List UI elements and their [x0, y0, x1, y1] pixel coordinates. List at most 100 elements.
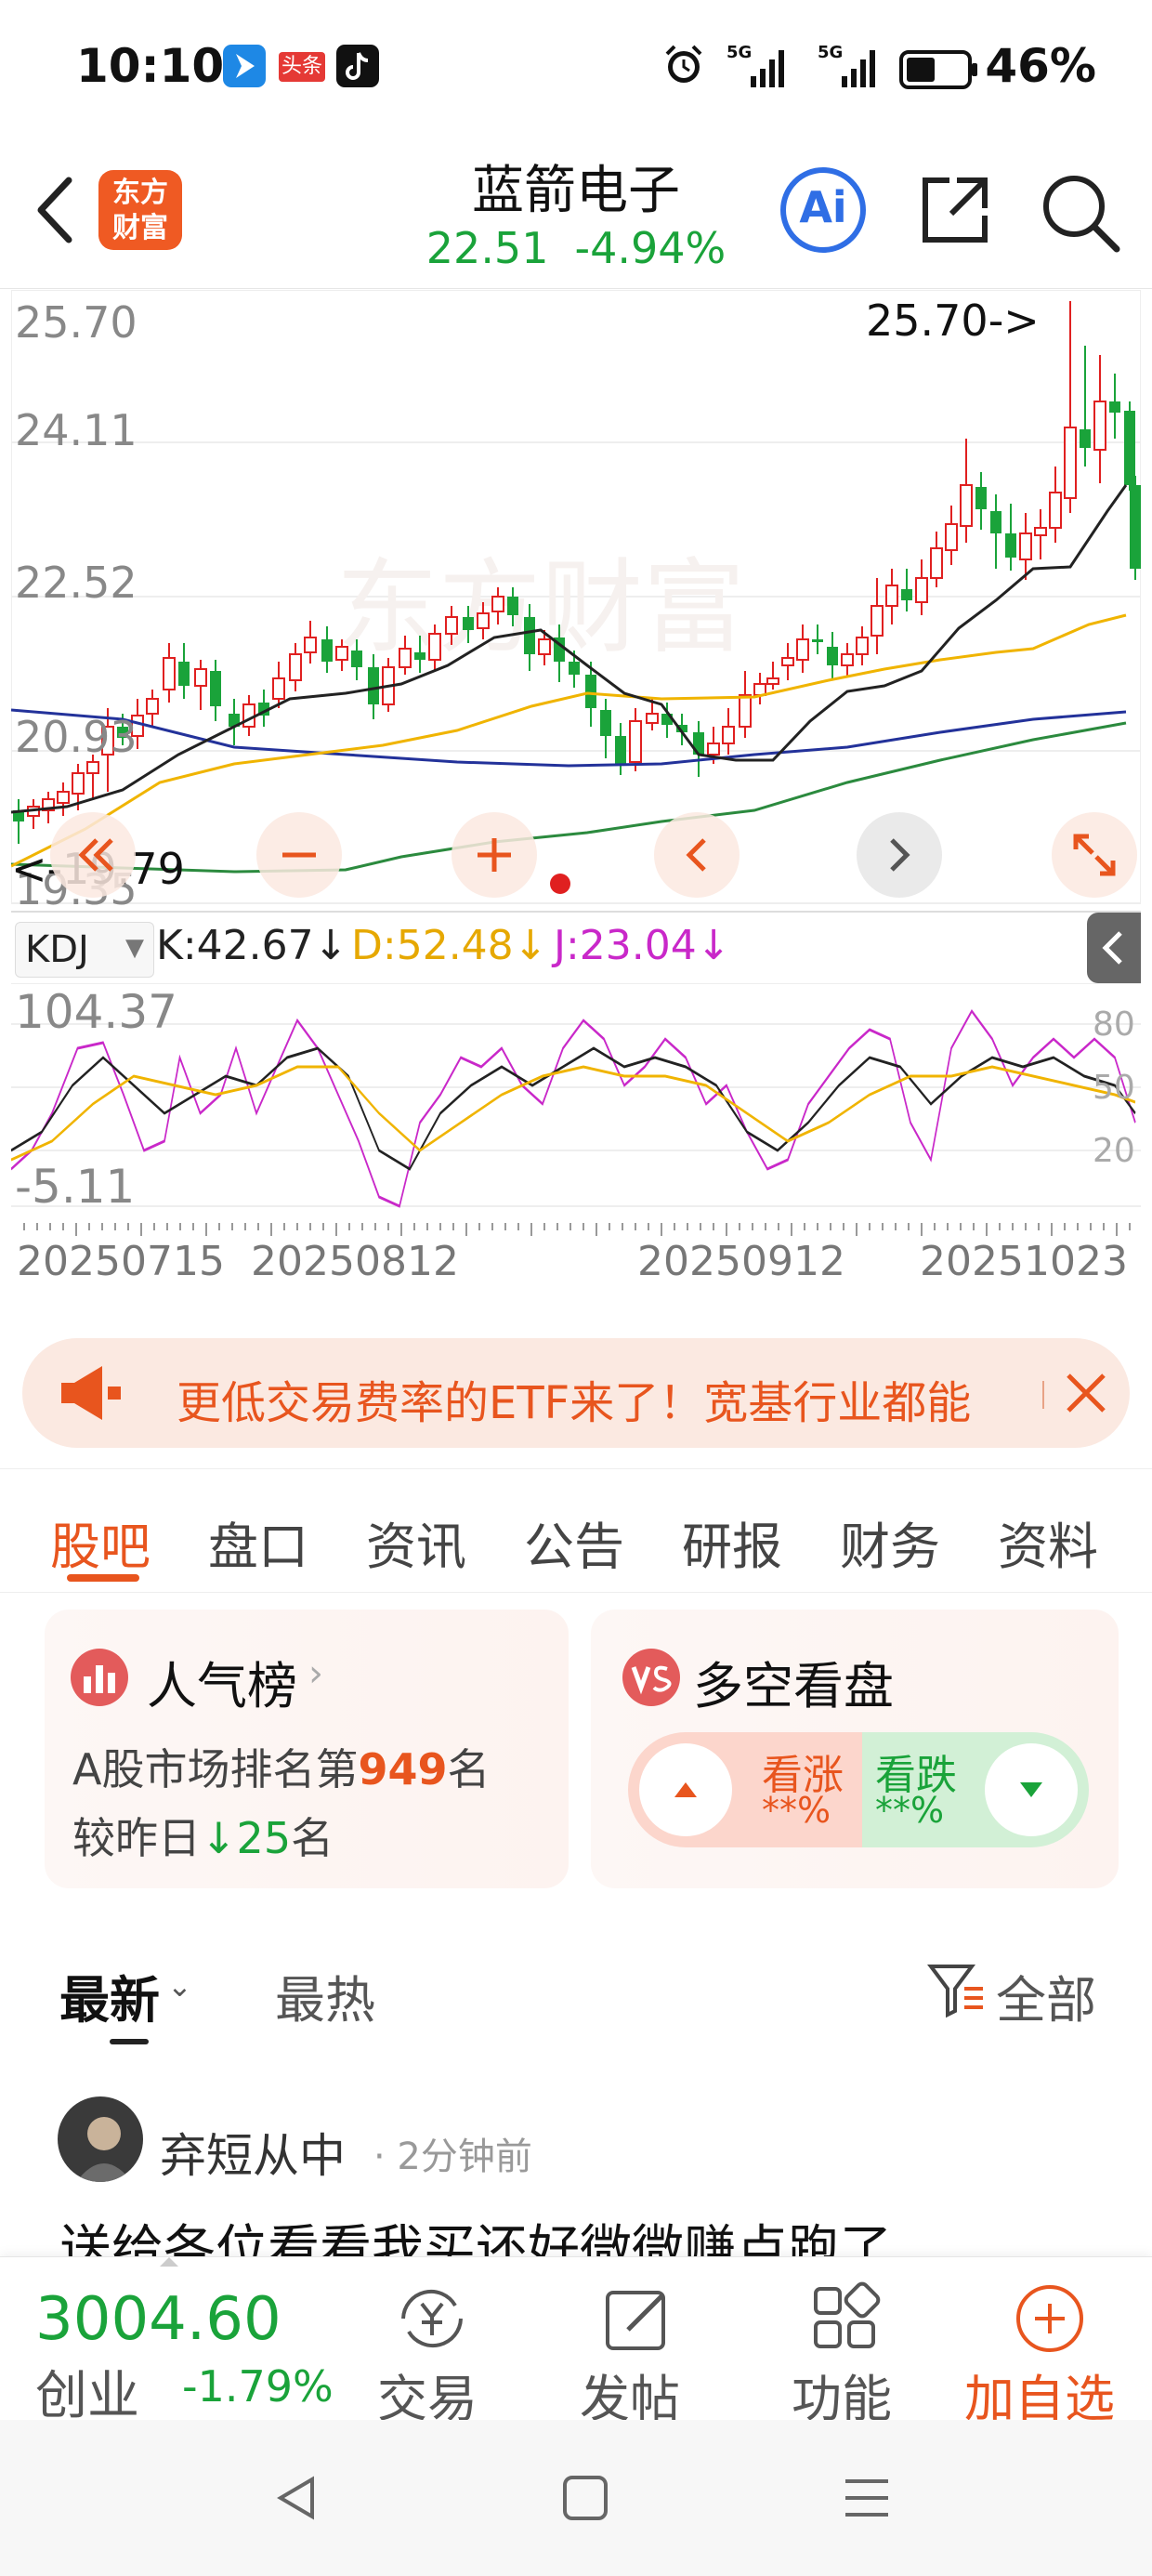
tab-profile[interactable]: 资料	[998, 1505, 1098, 1579]
filter-icon[interactable]	[925, 1959, 990, 2024]
bull-section[interactable]: 看涨 **%	[628, 1732, 862, 1847]
candle	[163, 657, 176, 690]
date-label: 20250812	[251, 1238, 459, 1285]
vs-icon	[622, 1649, 680, 1706]
high-marker: 25.70->	[866, 296, 1040, 346]
candle	[812, 639, 823, 642]
divider	[1042, 1381, 1044, 1409]
ranking-icon	[71, 1649, 128, 1706]
rank-change-line: 较昨日↓25名	[72, 1805, 334, 1866]
chart-next-button[interactable]	[857, 812, 942, 898]
post-author[interactable]: 弃短从中	[160, 2119, 346, 2186]
sort-latest[interactable]: 最新	[59, 1959, 160, 2032]
candle	[86, 761, 99, 774]
share-icon[interactable]	[916, 171, 994, 253]
status-bar: 10:10 头条 5G 5G 46%	[76, 39, 1096, 93]
candle	[600, 710, 611, 736]
tab-financials[interactable]: 财务	[840, 1505, 940, 1579]
nav-home-icon[interactable]	[561, 2474, 609, 2526]
bull-bear-card[interactable]: 多空看盘 看涨 **% 看跌 **%	[591, 1610, 1119, 1888]
kdj-d-value: D:52.48↓	[351, 922, 548, 969]
candle	[491, 596, 504, 612]
index-value[interactable]: 3004.60	[35, 2285, 281, 2354]
candle	[707, 743, 720, 756]
candle	[194, 668, 207, 687]
candle	[1019, 532, 1032, 560]
candle	[739, 694, 752, 728]
add-circle-icon[interactable]	[1013, 2281, 1087, 2359]
up-arrow-icon	[639, 1743, 732, 1836]
apps-icon[interactable]	[808, 2281, 883, 2359]
collapse-panel-button[interactable]	[1087, 913, 1141, 983]
search-icon[interactable]	[1039, 171, 1122, 258]
candle	[615, 736, 626, 764]
candle	[477, 612, 490, 629]
candle	[945, 523, 958, 551]
compose-icon[interactable]	[600, 2281, 674, 2359]
price-label-high: 25.70	[15, 297, 137, 348]
nav-back-icon[interactable]	[271, 2472, 323, 2528]
rank-change-value: 25	[236, 1813, 292, 1863]
indicator-selector[interactable]: KDJ ▼	[15, 922, 154, 978]
candle	[722, 726, 735, 744]
zoom-in-button[interactable]	[452, 812, 537, 898]
candle	[538, 638, 551, 655]
tab-pankou[interactable]: 盘口	[208, 1505, 308, 1579]
kdj-level: 20	[1093, 1132, 1135, 1170]
kdj-axis-max: 104.37	[15, 985, 177, 1039]
date-label: 20250715	[17, 1238, 225, 1285]
tab-news[interactable]: 资讯	[366, 1505, 466, 1579]
candle	[335, 646, 348, 661]
candle	[930, 547, 943, 579]
chart-prev-button[interactable]	[654, 812, 740, 898]
candle	[210, 671, 221, 706]
candle	[57, 791, 70, 804]
bear-section[interactable]: 看跌 **%	[862, 1732, 1089, 1847]
chevron-down-icon[interactable]: ⌄	[167, 1968, 192, 2004]
zoom-out-button[interactable]	[256, 812, 342, 898]
candle	[178, 662, 190, 686]
stock-chart[interactable]: 东方财富 25.70 24.11 22.52 20.93 19.35 25.70…	[11, 290, 1141, 1320]
avatar[interactable]	[58, 2096, 143, 2182]
tab-announcements[interactable]: 公告	[524, 1505, 624, 1579]
popularity-title: 人气榜	[147, 1657, 297, 1715]
down-triangle-icon	[985, 1743, 1078, 1836]
trade-icon[interactable]	[390, 2281, 474, 2359]
rank-number: 949	[358, 1744, 448, 1794]
date-label: 20251023	[920, 1238, 1128, 1285]
candle	[399, 648, 412, 668]
candle	[72, 772, 85, 795]
candle	[146, 698, 159, 715]
tab-research[interactable]: 研报	[682, 1505, 782, 1579]
candle	[569, 662, 580, 675]
price-label: 22.52	[15, 558, 137, 608]
index-change: -1.79%	[182, 2361, 334, 2412]
candle	[463, 617, 474, 630]
ad-banner[interactable]: 更低交易费率的ETF来了！宽基行业都能	[22, 1338, 1130, 1448]
divider	[11, 911, 1141, 913]
candle	[1005, 533, 1016, 558]
candle	[766, 677, 779, 685]
tab-guba[interactable]: 股吧	[50, 1505, 151, 1579]
rank-change-prefix: 较昨日	[72, 1813, 201, 1863]
event-marker-dot[interactable]	[550, 874, 570, 894]
nav-menu-icon[interactable]	[842, 2474, 892, 2526]
bottom-toolbar: 3004.60 创业 -1.79% 交易 发帖 功能 加自选	[0, 2256, 1152, 2428]
stock-change: -4.94%	[574, 223, 727, 273]
ai-button[interactable]: Ai	[779, 165, 868, 255]
fullscreen-button[interactable]	[1052, 812, 1137, 898]
popularity-card[interactable]: 人气榜 › A股市场排名第949名 较昨日↓25名	[45, 1610, 569, 1888]
kdj-j-value: J:23.04↓	[554, 922, 731, 969]
candle	[1049, 492, 1062, 529]
chart-scroll-left-button[interactable]	[50, 812, 136, 898]
kdj-k-value: K:42.67↓	[156, 922, 348, 969]
bull-percent: **%	[762, 1790, 831, 1831]
index-name[interactable]: 创业	[35, 2354, 139, 2429]
rank-suffix: 名	[447, 1744, 491, 1794]
kdj-chart	[11, 983, 1141, 1208]
sort-hot[interactable]: 最热	[275, 1959, 375, 2032]
system-nav-bar	[0, 2420, 1152, 2576]
filter-all[interactable]: 全部	[996, 1959, 1096, 2032]
close-icon[interactable]	[1061, 1368, 1111, 1422]
candle	[1130, 485, 1141, 569]
